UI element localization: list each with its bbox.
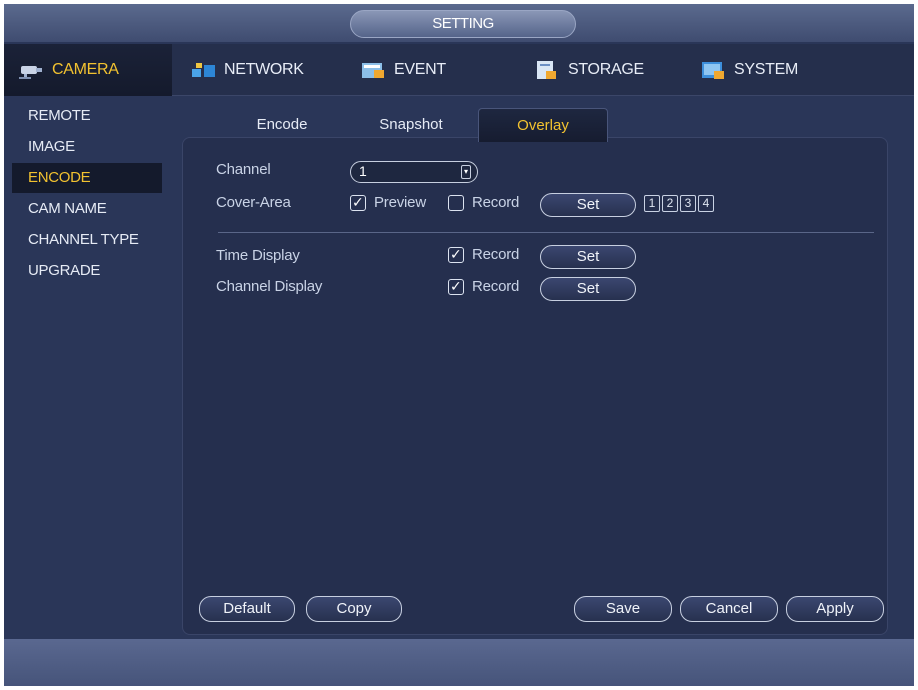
settings-window: SETTING CAMERA NETWORK EVENT STORAGE SYS…: [4, 4, 914, 686]
divider: [218, 232, 874, 233]
cover-area-set-button[interactable]: Set: [540, 193, 636, 217]
sidebar: REMOTE IMAGE ENCODE CAM NAME CHANNEL TYP…: [4, 97, 174, 637]
storage-icon: [534, 60, 562, 80]
tab-event[interactable]: EVENT: [360, 44, 510, 96]
channel-display-label: Channel Display: [216, 278, 323, 295]
cover-area-preview-label: Preview: [374, 194, 426, 211]
checkmark-icon: ✓: [450, 246, 462, 262]
sidebar-item-encode[interactable]: ENCODE: [12, 163, 162, 193]
copy-button[interactable]: Copy: [306, 596, 402, 622]
tab-event-label: EVENT: [394, 61, 446, 78]
sidebar-item-upgrade[interactable]: UPGRADE: [12, 256, 162, 286]
tab-network[interactable]: NETWORK: [190, 44, 340, 96]
tab-overlay[interactable]: Overlay: [478, 108, 608, 142]
channel-display-set-button[interactable]: Set: [540, 277, 636, 301]
sidebar-item-channel-type[interactable]: CHANNEL TYPE: [12, 225, 162, 255]
tab-storage-label: STORAGE: [568, 61, 644, 78]
region-1-button[interactable]: 1: [644, 195, 660, 212]
tab-network-label: NETWORK: [224, 61, 304, 78]
cover-area-label: Cover-Area: [216, 194, 291, 211]
camera-icon: [18, 60, 46, 80]
tab-storage[interactable]: STORAGE: [534, 44, 684, 96]
channel-label: Channel: [216, 161, 271, 178]
system-icon: [700, 60, 728, 80]
sidebar-item-image[interactable]: IMAGE: [12, 132, 162, 162]
content-panel: [182, 137, 888, 635]
time-display-label: Time Display: [216, 247, 300, 264]
checkmark-icon: ✓: [352, 194, 364, 210]
cover-area-record-checkbox[interactable]: [448, 195, 464, 211]
region-4-button[interactable]: 4: [698, 195, 714, 212]
checkmark-icon: ✓: [450, 278, 462, 294]
cover-area-regions: 1234: [644, 194, 716, 212]
cancel-button[interactable]: Cancel: [680, 596, 778, 622]
time-display-record-label: Record: [472, 246, 520, 263]
time-display-record-checkbox[interactable]: ✓: [448, 246, 464, 263]
cover-area-preview-checkbox[interactable]: ✓: [350, 194, 366, 211]
channel-display-record-checkbox[interactable]: ✓: [448, 278, 464, 295]
region-2-button[interactable]: 2: [662, 195, 678, 212]
time-display-set-button[interactable]: Set: [540, 245, 636, 269]
apply-button[interactable]: Apply: [786, 596, 884, 622]
tab-camera[interactable]: CAMERA: [4, 44, 172, 96]
default-button[interactable]: Default: [199, 596, 295, 622]
channel-display-record-label: Record: [472, 278, 520, 295]
tab-encode[interactable]: Encode: [222, 108, 342, 142]
title-bar: SETTING: [4, 4, 914, 42]
tab-camera-label: CAMERA: [52, 61, 119, 78]
region-3-button[interactable]: 3: [680, 195, 696, 212]
cover-area-record-label: Record: [472, 194, 520, 211]
main-tab-bar: CAMERA NETWORK EVENT STORAGE SYSTEM: [4, 44, 914, 96]
channel-value: 1: [359, 163, 367, 179]
event-icon: [360, 60, 388, 80]
save-button[interactable]: Save: [574, 596, 672, 622]
tab-system-label: SYSTEM: [734, 61, 798, 78]
network-icon: [190, 60, 218, 80]
sidebar-item-remote[interactable]: REMOTE: [12, 101, 162, 131]
bottom-bar: [4, 639, 914, 686]
sidebar-item-cam-name[interactable]: CAM NAME: [12, 194, 162, 224]
tab-snapshot[interactable]: Snapshot: [348, 108, 474, 142]
chevron-down-icon: ▾: [461, 165, 471, 179]
tab-system[interactable]: SYSTEM: [700, 44, 850, 96]
window-title: SETTING: [350, 10, 576, 38]
channel-select[interactable]: 1 ▾: [350, 161, 478, 183]
